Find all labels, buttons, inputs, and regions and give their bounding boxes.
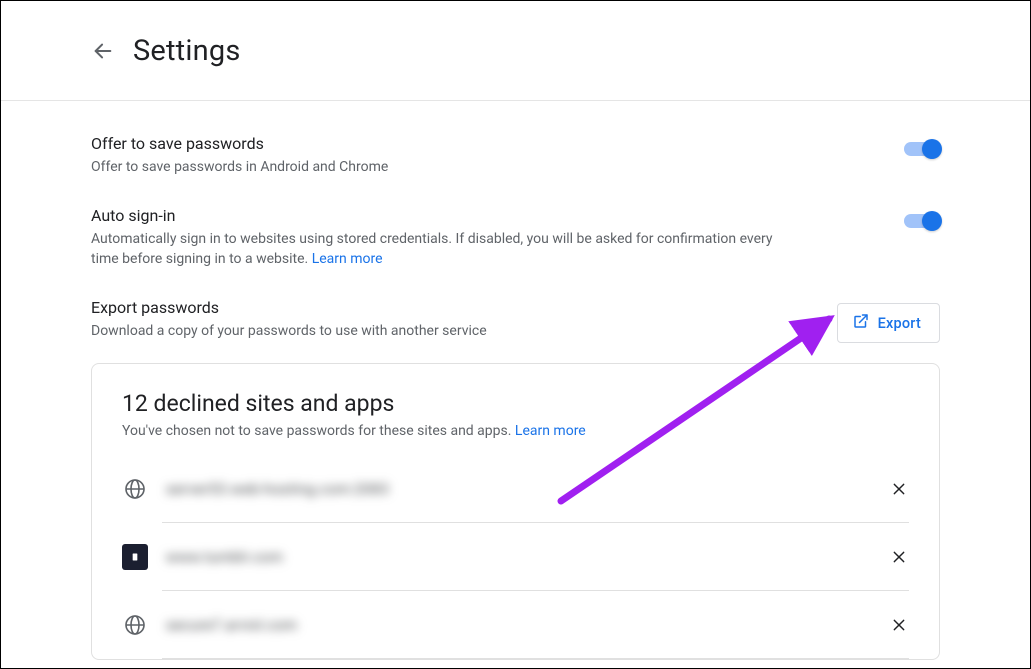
site-favicon <box>122 544 148 570</box>
auto-signin-learn-more-link[interactable]: Learn more <box>312 251 383 267</box>
declined-site-name: secure7.arvixl.com <box>166 616 889 634</box>
declined-site-name: www.tumblr.com <box>166 548 889 566</box>
auto-signin-toggle[interactable] <box>904 211 940 231</box>
declined-site-name: server53.web-hosting.com:2083 <box>166 480 889 498</box>
export-label: Export passwords <box>91 297 487 319</box>
declined-desc-text: You've chosen not to save passwords for … <box>122 423 515 439</box>
declined-site-row: server53.web-hosting.com:2083 <box>92 455 939 523</box>
declined-sites-card: 12 declined sites and apps You've chosen… <box>91 363 940 660</box>
declined-site-row: secure7.arvixl.com <box>92 591 939 659</box>
remove-site-button[interactable] <box>889 615 909 635</box>
declined-title: 12 declined sites and apps <box>122 390 909 417</box>
back-arrow-icon[interactable] <box>91 39 115 63</box>
declined-site-row: www.tumblr.com <box>92 523 939 591</box>
offer-save-label: Offer to save passwords <box>91 133 388 155</box>
auto-sign-in-row: Auto sign-in Automatically sign in to we… <box>91 205 940 269</box>
export-button[interactable]: Export <box>837 303 940 343</box>
globe-icon <box>122 476 148 502</box>
auto-signin-desc: Automatically sign in to websites using … <box>91 229 781 269</box>
auto-signin-label: Auto sign-in <box>91 205 781 227</box>
offer-save-toggle[interactable] <box>904 139 940 159</box>
export-desc: Download a copy of your passwords to use… <box>91 321 487 341</box>
globe-icon <box>122 612 148 638</box>
remove-site-button[interactable] <box>889 479 909 499</box>
auto-signin-desc-text: Automatically sign in to websites using … <box>91 231 773 267</box>
remove-site-button[interactable] <box>889 547 909 567</box>
declined-learn-more-link[interactable]: Learn more <box>515 423 586 439</box>
declined-desc: You've chosen not to save passwords for … <box>122 423 909 439</box>
offer-save-desc: Offer to save passwords in Android and C… <box>91 157 388 177</box>
export-button-label: Export <box>878 315 921 332</box>
export-passwords-row: Export passwords Download a copy of your… <box>91 297 940 343</box>
export-icon <box>852 312 870 334</box>
offer-save-passwords-row: Offer to save passwords Offer to save pa… <box>91 133 940 177</box>
page-title: Settings <box>133 34 241 68</box>
